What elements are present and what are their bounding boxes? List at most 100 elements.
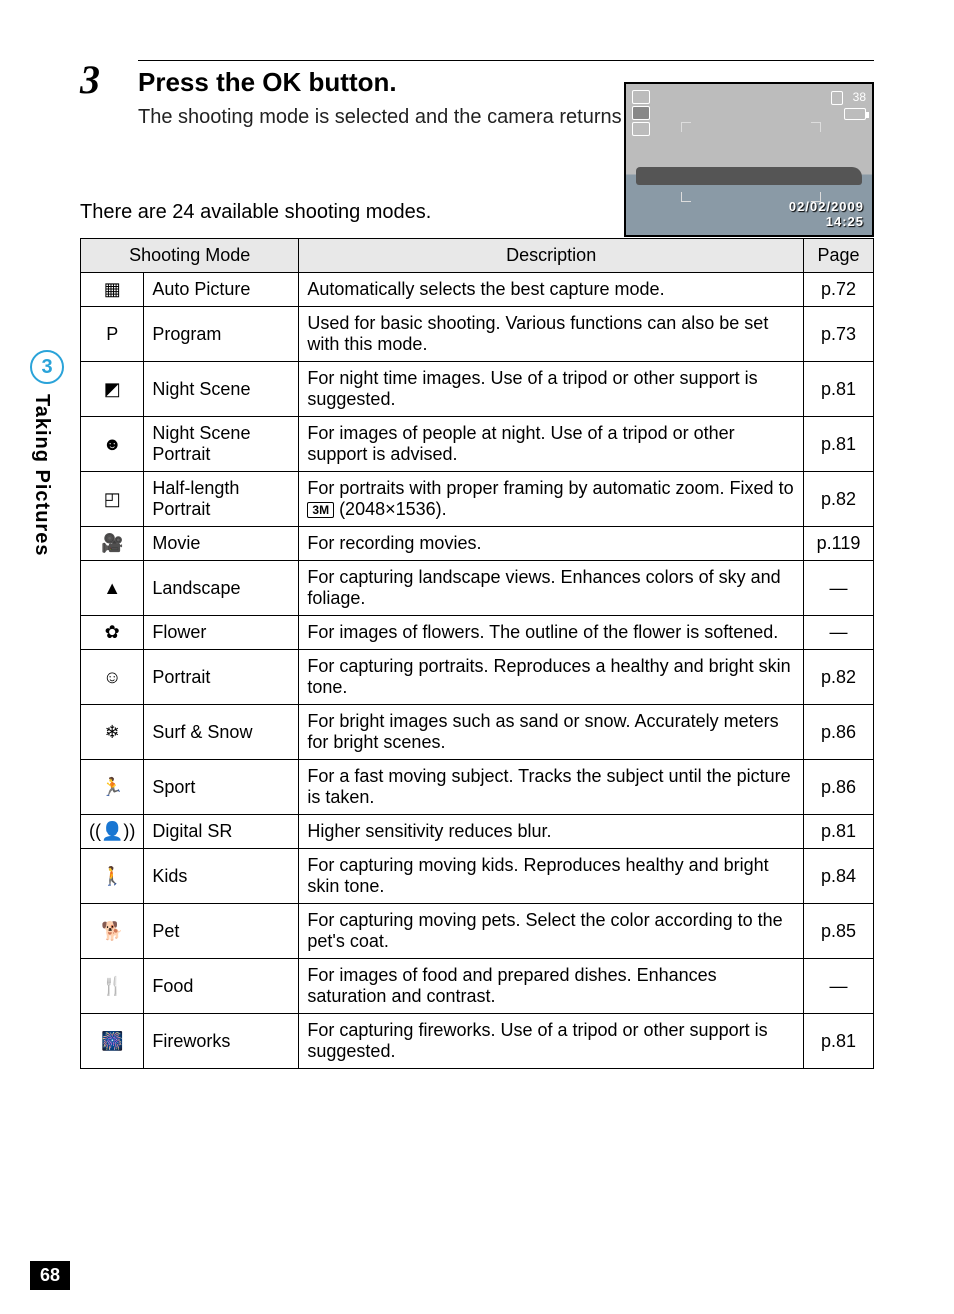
mode-icon [632, 90, 650, 104]
mode-name: Half-length Portrait [144, 472, 299, 527]
mode-description: For capturing portraits. Reproduces a he… [299, 650, 804, 705]
mode-page-ref: p.86 [804, 760, 874, 815]
mode-description: For portraits with proper framing by aut… [299, 472, 804, 527]
preview-time: 14:25 [789, 214, 864, 229]
mode-description: Higher sensitivity reduces blur. [299, 815, 804, 849]
mode-name: Flower [144, 616, 299, 650]
food-icon: 🍴 [81, 959, 144, 1014]
mode-name: Pet [144, 904, 299, 959]
mode-name: Sport [144, 760, 299, 815]
mode-page-ref: p.73 [804, 307, 874, 362]
surf-snow-icon: ❄ [81, 705, 144, 760]
mode-name: Digital SR [144, 815, 299, 849]
mode-description: For capturing fireworks. Use of a tripod… [299, 1014, 804, 1069]
mode-name: Surf & Snow [144, 705, 299, 760]
table-row: ◩Night SceneFor night time images. Use o… [81, 362, 874, 417]
mode-description: For images of flowers. The outline of th… [299, 616, 804, 650]
step-number: 3 [80, 60, 120, 100]
table-row: ☻Night Scene PortraitFor images of peopl… [81, 417, 874, 472]
mode-description: For capturing moving kids. Reproduces he… [299, 849, 804, 904]
night-portrait-icon: ☻ [81, 417, 144, 472]
chapter-side-tab: 3 Taking Pictures [30, 350, 64, 556]
mode-page-ref: p.81 [804, 815, 874, 849]
fireworks-icon: 🎆 [81, 1014, 144, 1069]
mode-name: Program [144, 307, 299, 362]
table-row: ((👤))Digital SRHigher sensitivity reduce… [81, 815, 874, 849]
battery-icon [844, 108, 866, 120]
mode-page-ref: p.84 [804, 849, 874, 904]
table-row: 🚶KidsFor capturing moving kids. Reproduc… [81, 849, 874, 904]
pet-icon: 🐕 [81, 904, 144, 959]
mode-name: Movie [144, 527, 299, 561]
mode-name: Portrait [144, 650, 299, 705]
desc-pre: For portraits with proper framing by aut… [307, 478, 793, 498]
mode-description: For bright images such as sand or snow. … [299, 705, 804, 760]
table-row: 🏃SportFor a fast moving subject. Tracks … [81, 760, 874, 815]
mode-page-ref: p.119 [804, 527, 874, 561]
mode-name: Landscape [144, 561, 299, 616]
ok-button-label: OK [262, 67, 301, 97]
auto-pict-icon: ▦ [81, 273, 144, 307]
sport-icon: 🏃 [81, 760, 144, 815]
table-row: ✿FlowerFor images of flowers. The outlin… [81, 616, 874, 650]
mode-name: Night Scene Portrait [144, 417, 299, 472]
table-row: ▲LandscapeFor capturing landscape views.… [81, 561, 874, 616]
program-icon: P [81, 307, 144, 362]
table-row: PProgramUsed for basic shooting. Various… [81, 307, 874, 362]
table-row: 🐕PetFor capturing moving pets. Select th… [81, 904, 874, 959]
mode-description: For images of food and prepared dishes. … [299, 959, 804, 1014]
table-row: ❄Surf & SnowFor bright images such as sa… [81, 705, 874, 760]
mode-name: Food [144, 959, 299, 1014]
mode-icon-2 [632, 106, 650, 120]
chapter-title: Taking Pictures [30, 394, 53, 556]
memory-icon [831, 91, 843, 105]
shooting-modes-table: Shooting Mode Description Page ▦Auto Pic… [80, 238, 874, 1069]
mode-name: Fireworks [144, 1014, 299, 1069]
table-row: 🍴FoodFor images of food and prepared dis… [81, 959, 874, 1014]
mode-description: For images of people at night. Use of a … [299, 417, 804, 472]
mode-description: Used for basic shooting. Various functio… [299, 307, 804, 362]
header-page: Page [804, 239, 874, 273]
mode-description: Automatically selects the best capture m… [299, 273, 804, 307]
page-number: 68 [30, 1261, 70, 1290]
night-scene-icon: ◩ [81, 362, 144, 417]
kids-icon: 🚶 [81, 849, 144, 904]
mode-page-ref: — [804, 616, 874, 650]
mode-description: For recording movies. [299, 527, 804, 561]
step-title-pre: Press the [138, 67, 262, 97]
mode-page-ref: p.81 [804, 362, 874, 417]
mode-page-ref: p.85 [804, 904, 874, 959]
header-mode: Shooting Mode [81, 239, 299, 273]
mode-description: For capturing moving pets. Select the co… [299, 904, 804, 959]
table-row: ▦Auto PictureAutomatically selects the b… [81, 273, 874, 307]
mode-name: Kids [144, 849, 299, 904]
mode-description: For capturing landscape views. Enhances … [299, 561, 804, 616]
mode-page-ref: p.82 [804, 472, 874, 527]
movie-icon: 🎥 [81, 527, 144, 561]
table-row: ☺PortraitFor capturing portraits. Reprod… [81, 650, 874, 705]
mode-page-ref: — [804, 561, 874, 616]
landscape-icon: ▲ [81, 561, 144, 616]
half-length-icon: ◰ [81, 472, 144, 527]
header-desc: Description [299, 239, 804, 273]
preview-date: 02/02/2009 [789, 199, 864, 214]
table-row: ◰Half-length Portrait For portraits with … [81, 472, 874, 527]
portrait-icon: ☺ [81, 650, 144, 705]
mode-description: For a fast moving subject. Tracks the su… [299, 760, 804, 815]
lcd-preview: 38 02/02/2009 14:25 [624, 82, 874, 237]
mode-page-ref: — [804, 959, 874, 1014]
mode-page-ref: p.81 [804, 417, 874, 472]
table-row: 🎆FireworksFor capturing fireworks. Use o… [81, 1014, 874, 1069]
mode-page-ref: p.86 [804, 705, 874, 760]
table-row: 🎥MovieFor recording movies.p.119 [81, 527, 874, 561]
mode-page-ref: p.81 [804, 1014, 874, 1069]
resolution-badge: 3M [307, 502, 334, 518]
flower-icon: ✿ [81, 616, 144, 650]
digital-sr-icon: ((👤)) [81, 815, 144, 849]
mode-name: Night Scene [144, 362, 299, 417]
desc-post: (2048×1536). [334, 499, 447, 519]
mode-description: For night time images. Use of a tripod o… [299, 362, 804, 417]
step-title-post: button. [301, 67, 396, 97]
face-detect-icon [632, 122, 650, 136]
chapter-number-badge: 3 [30, 350, 64, 384]
